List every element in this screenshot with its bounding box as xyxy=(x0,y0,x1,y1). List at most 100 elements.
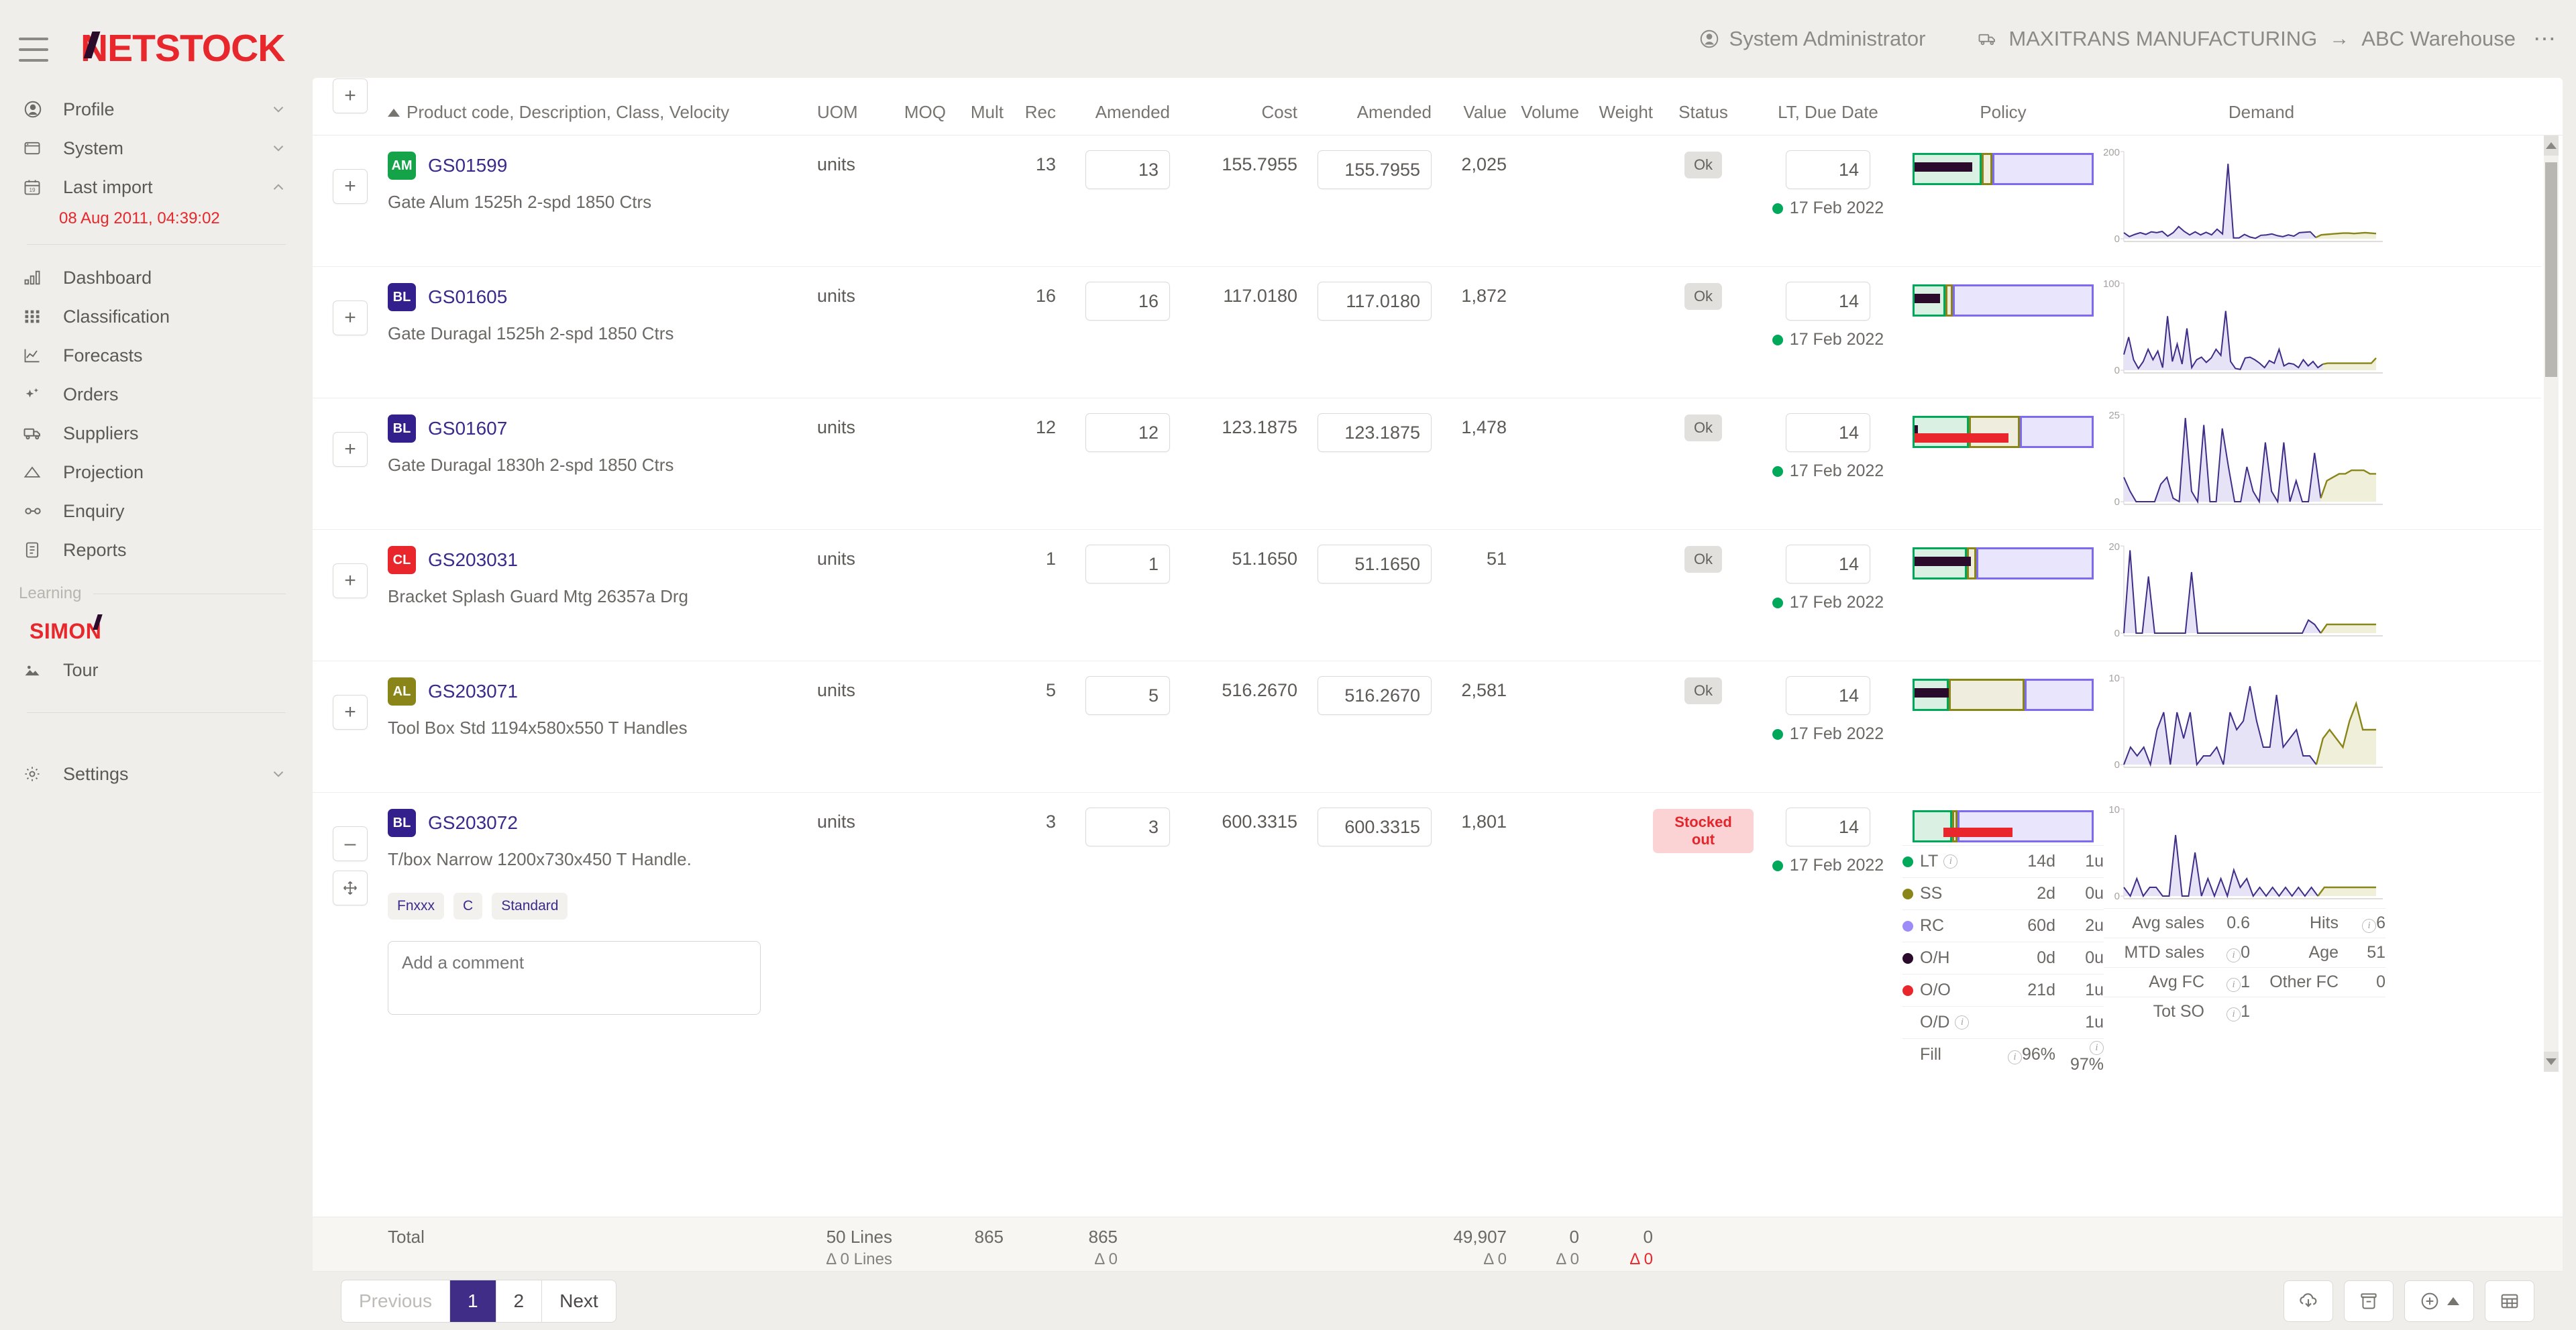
header-uom[interactable]: UOM xyxy=(817,102,892,135)
simon-text: SIMON xyxy=(30,619,102,643)
header-expand-all[interactable]: + xyxy=(333,78,388,135)
header-cost[interactable]: Cost xyxy=(1170,102,1297,135)
lead-time-input[interactable] xyxy=(1786,545,1870,584)
header-amended-qty[interactable]: Amended xyxy=(1056,102,1170,135)
amended-cost-input[interactable] xyxy=(1318,808,1432,846)
info-icon[interactable]: i xyxy=(2226,978,2241,992)
info-icon[interactable]: i xyxy=(2226,1007,2241,1021)
amended-qty-input[interactable] xyxy=(1085,150,1170,189)
table-row[interactable]: + BL GS01607 Gate Duragal 1830h 2-spd 18… xyxy=(313,398,2541,530)
header-weight[interactable]: Weight xyxy=(1579,102,1653,135)
product-description: Gate Duragal 1830h 2-spd 1850 Ctrs xyxy=(388,455,674,475)
sidebar-item-reports[interactable]: Reports xyxy=(0,531,313,569)
expand-row-button[interactable]: + xyxy=(333,169,368,204)
header-product[interactable]: Product code, Description, Class, Veloci… xyxy=(388,102,817,135)
pagination-page-1[interactable]: 1 xyxy=(449,1280,496,1322)
product-code-link[interactable]: GS01599 xyxy=(428,155,507,176)
amended-qty-input[interactable] xyxy=(1085,545,1170,584)
lead-time-input[interactable] xyxy=(1786,282,1870,321)
header-moq[interactable]: MOQ xyxy=(892,102,946,135)
sidebar-item-classification[interactable]: Classification xyxy=(0,297,313,336)
info-icon[interactable]: i xyxy=(2362,919,2377,933)
sidebar-item-orders[interactable]: Orders xyxy=(0,375,313,414)
table-row[interactable]: + CL GS203031 Bracket Splash Guard Mtg 2… xyxy=(313,530,2541,661)
amended-qty-input[interactable] xyxy=(1085,676,1170,715)
vertical-scrollbar[interactable] xyxy=(2544,135,2559,1072)
amended-qty-input[interactable] xyxy=(1085,808,1170,846)
header-volume[interactable]: Volume xyxy=(1507,102,1579,135)
move-row-button[interactable] xyxy=(333,871,368,905)
expand-row-button[interactable]: + xyxy=(333,432,368,467)
row-moq xyxy=(892,267,946,398)
product-code-link[interactable]: GS203072 xyxy=(428,812,518,834)
sidebar-item-profile[interactable]: Profile xyxy=(0,90,313,129)
scrollbar-thumb[interactable] xyxy=(2545,162,2557,377)
sidebar-item-last-import[interactable]: 19 Last import xyxy=(0,168,313,207)
comment-input[interactable] xyxy=(388,941,761,1015)
collapse-row-button[interactable]: – xyxy=(333,826,368,861)
info-icon[interactable]: i xyxy=(2226,948,2241,962)
amended-qty-input[interactable] xyxy=(1085,413,1170,452)
amended-qty-input[interactable] xyxy=(1085,282,1170,321)
info-icon[interactable]: i xyxy=(1943,854,1958,869)
info-icon[interactable]: i xyxy=(2090,1040,2104,1055)
row-volume xyxy=(1507,398,1579,529)
product-code-link[interactable]: GS203031 xyxy=(428,549,518,571)
sidebar-item-settings[interactable]: Settings xyxy=(0,755,313,793)
sidebar-item-dashboard[interactable]: Dashboard xyxy=(0,258,313,297)
overflow-menu-icon[interactable]: ⋯ xyxy=(2533,25,2557,52)
header-value[interactable]: Value xyxy=(1432,102,1507,135)
scroll-down-arrow-icon[interactable] xyxy=(2544,1052,2559,1072)
product-code-link[interactable]: GS01605 xyxy=(428,286,507,308)
company-warehouse-selector[interactable]: MAXITRANS MANUFACTURING → ABC Warehouse xyxy=(1976,27,2516,51)
sidebar-item-tour[interactable]: Tour xyxy=(0,651,313,689)
product-tag[interactable]: Fnxxx xyxy=(388,893,445,920)
sidebar-item-enquiry[interactable]: Enquiry xyxy=(0,492,313,531)
amended-cost-input[interactable] xyxy=(1318,545,1432,584)
header-mult[interactable]: Mult xyxy=(946,102,1004,135)
expand-row-button[interactable]: + xyxy=(333,300,368,335)
lead-time-input[interactable] xyxy=(1786,808,1870,846)
info-icon[interactable]: i xyxy=(2007,1050,2022,1064)
hamburger-menu-icon[interactable] xyxy=(19,38,48,62)
scroll-up-arrow-icon[interactable] xyxy=(2544,135,2559,156)
lead-time-input[interactable] xyxy=(1786,413,1870,452)
amended-cost-input[interactable] xyxy=(1318,413,1432,452)
expand-row-button[interactable]: + xyxy=(333,563,368,598)
amended-cost-input[interactable] xyxy=(1318,150,1432,189)
archive-button[interactable] xyxy=(2344,1280,2394,1322)
table-body-scroll-area[interactable]: + AM GS01599 Gate Alum 1525h 2-spd 1850 … xyxy=(313,135,2563,1072)
amended-cost-input[interactable] xyxy=(1318,676,1432,715)
table-row[interactable]: + AL GS203071 Tool Box Std 1194x580x550 … xyxy=(313,661,2541,793)
sidebar-item-projection[interactable]: Projection xyxy=(0,453,313,492)
header-rec[interactable]: Rec xyxy=(1004,102,1056,135)
sidebar-item-system[interactable]: System xyxy=(0,129,313,168)
product-code-link[interactable]: GS203071 xyxy=(428,681,518,702)
download-cloud-button[interactable] xyxy=(2284,1280,2333,1322)
header-status[interactable]: Status xyxy=(1653,102,1754,135)
product-code-link[interactable]: GS01607 xyxy=(428,418,507,439)
expand-all-button[interactable]: + xyxy=(333,78,368,113)
add-options-button[interactable] xyxy=(2404,1280,2474,1322)
table-settings-button[interactable] xyxy=(2485,1280,2534,1322)
header-amended-cost[interactable]: Amended xyxy=(1297,102,1432,135)
expand-row-button[interactable]: + xyxy=(333,695,368,730)
info-icon[interactable]: i xyxy=(1955,1015,1970,1030)
policy-segment-ss xyxy=(1949,679,2025,711)
header-lt-due-date[interactable]: LT, Due Date xyxy=(1754,102,1902,135)
pagination-next[interactable]: Next xyxy=(542,1280,616,1322)
pagination-previous[interactable]: Previous xyxy=(341,1280,450,1322)
table-row[interactable]: – BL GS203072 T/box Narrow 1200x730x450 … xyxy=(313,793,2541,1072)
current-user[interactable]: System Administrator xyxy=(1699,27,1925,51)
product-tag[interactable]: C xyxy=(453,893,483,920)
simon-logo[interactable]: SIMON xyxy=(0,612,103,651)
lead-time-input[interactable] xyxy=(1786,150,1870,189)
pagination-page-2[interactable]: 2 xyxy=(496,1280,543,1322)
product-tag[interactable]: Standard xyxy=(492,893,568,920)
table-row[interactable]: + BL GS01605 Gate Duragal 1525h 2-spd 18… xyxy=(313,267,2541,398)
table-row[interactable]: + AM GS01599 Gate Alum 1525h 2-spd 1850 … xyxy=(313,135,2541,267)
amended-cost-input[interactable] xyxy=(1318,282,1432,321)
sidebar-item-forecasts[interactable]: Forecasts xyxy=(0,336,313,375)
sidebar-item-suppliers[interactable]: Suppliers xyxy=(0,414,313,453)
lead-time-input[interactable] xyxy=(1786,676,1870,715)
